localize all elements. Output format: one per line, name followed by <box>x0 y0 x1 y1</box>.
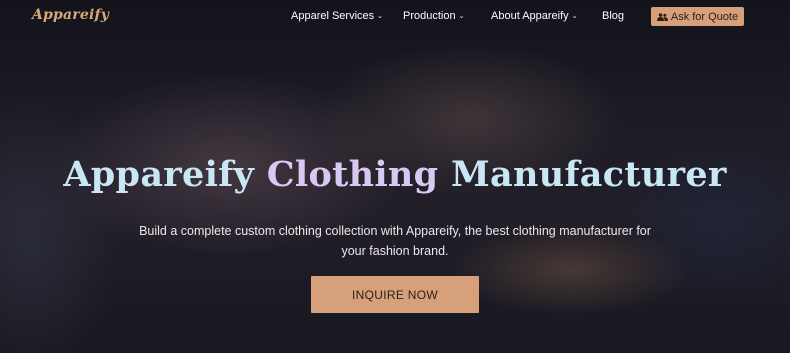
top-navbar: Appareify Apparel Services ⌄ Production ⌄ … <box>0 0 790 34</box>
nav-production[interactable]: Production ⌄ <box>403 10 464 22</box>
nav-about-appareify-label: About Appareify <box>491 10 569 22</box>
hero-title-part3: Manufacturer <box>450 154 727 195</box>
nav-production-label: Production <box>403 10 456 22</box>
chevron-down-icon: ⌄ <box>571 13 578 20</box>
nav-apparel-services-label: Apparel Services <box>291 10 375 22</box>
ask-for-quote-label: Ask for Quote <box>670 10 739 23</box>
users-icon <box>656 12 668 21</box>
chevron-down-icon: ⌄ <box>377 13 384 20</box>
nav-blog[interactable]: Blog <box>602 10 624 22</box>
hero-title-part2: Clothing <box>266 154 439 195</box>
nav-apparel-services[interactable]: Apparel Services ⌄ <box>291 10 383 22</box>
ask-for-quote-button[interactable]: Ask for Quote <box>651 7 744 26</box>
nav-blog-label: Blog <box>602 10 625 22</box>
hero-subtitle: Build a complete custom clothing collect… <box>139 224 651 258</box>
inquire-now-button[interactable]: INQUIRE NOW <box>311 276 479 313</box>
hero-title: Appareify Clothing Manufacturer <box>0 150 790 200</box>
nav-about-appareify[interactable]: About Appareify ⌄ <box>491 10 578 22</box>
hero-title-part1: Appareify <box>63 154 255 195</box>
chevron-down-icon: ⌄ <box>458 13 465 20</box>
brand-logo[interactable]: Appareify <box>32 7 109 23</box>
